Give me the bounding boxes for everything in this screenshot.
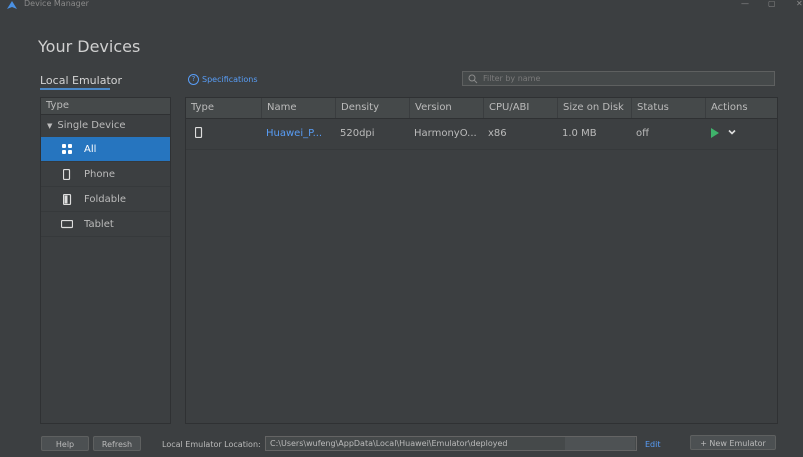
tablet-icon: [61, 218, 73, 230]
help-button[interactable]: Help: [41, 436, 89, 451]
grid-icon: [61, 143, 73, 155]
sidebar-item-label: Foldable: [84, 193, 127, 205]
search-icon: [468, 74, 478, 83]
sidebar-item-phone[interactable]: Phone: [41, 162, 170, 187]
expand-arrow-icon: ▼: [47, 122, 53, 130]
column-header-version[interactable]: Version: [409, 98, 452, 118]
table-header: Type Name Density Version CPU/ABI Size o…: [186, 98, 777, 119]
device-cpu: x86: [488, 128, 507, 139]
tab-local-emulator[interactable]: Local Emulator: [40, 74, 122, 87]
device-name-link[interactable]: Huawei_P...: [261, 119, 336, 149]
phone-icon: [61, 168, 73, 180]
footer-bar: Help Refresh Local Emulator Location: C:…: [0, 432, 803, 457]
window-title: Device Manager: [24, 0, 89, 8]
sidebar-item-label: Phone: [84, 168, 115, 180]
filter-box: [462, 71, 775, 86]
sidebar-item-label: All: [84, 143, 97, 155]
column-header-name[interactable]: Name: [261, 98, 297, 118]
group-label: Single Device: [57, 120, 126, 131]
filter-input[interactable]: [479, 74, 767, 83]
location-label: Local Emulator Location:: [162, 440, 261, 449]
refresh-button[interactable]: Refresh: [93, 436, 141, 451]
edit-link[interactable]: Edit: [645, 440, 661, 449]
group-single-device[interactable]: ▼ Single Device: [41, 115, 170, 137]
column-header-size[interactable]: Size on Disk: [557, 98, 624, 118]
sidebar-item-tablet[interactable]: Tablet: [41, 212, 170, 237]
tab-underline: [40, 88, 110, 90]
sidebar-item-foldable[interactable]: Foldable: [41, 187, 170, 212]
column-header-status[interactable]: Status: [631, 98, 669, 118]
app-logo-icon: [7, 1, 17, 9]
window-titlebar: Device Manager — ▢ ✕: [0, 0, 803, 12]
chevron-down-icon[interactable]: [727, 127, 737, 137]
table-row[interactable]: Huawei_P... 520dpi HarmonyO... x86 1.0 M…: [186, 119, 777, 150]
column-header-type[interactable]: Type: [186, 98, 214, 118]
device-density: 520dpi: [340, 128, 375, 139]
specifications-link[interactable]: ? Specifications: [188, 74, 258, 85]
device-version: HarmonyO...: [414, 128, 477, 139]
page-title: Your Devices: [38, 37, 141, 56]
type-header: Type: [41, 98, 170, 115]
play-icon[interactable]: [711, 128, 719, 138]
device-table: Type Name Density Version CPU/ABI Size o…: [185, 97, 778, 424]
specifications-label: Specifications: [202, 75, 258, 84]
help-circle-icon: ?: [188, 74, 199, 85]
sidebar-item-all[interactable]: All: [41, 137, 170, 162]
location-input-selection: [565, 437, 635, 450]
phone-icon: [190, 127, 203, 141]
close-button[interactable]: ✕: [796, 0, 803, 8]
foldable-icon: [61, 193, 73, 205]
maximize-button[interactable]: ▢: [768, 0, 776, 8]
sidebar-item-label: Tablet: [84, 218, 114, 230]
new-emulator-button[interactable]: + New Emulator: [690, 435, 776, 450]
device-size: 1.0 MB: [562, 128, 597, 139]
device-status: off: [636, 128, 650, 139]
column-header-actions: Actions: [705, 98, 748, 118]
column-header-density[interactable]: Density: [335, 98, 379, 118]
device-type-panel: Type ▼ Single Device All Phone Foldable T…: [40, 97, 171, 424]
minimize-button[interactable]: —: [741, 0, 749, 8]
column-header-cpu[interactable]: CPU/ABI: [483, 98, 529, 118]
